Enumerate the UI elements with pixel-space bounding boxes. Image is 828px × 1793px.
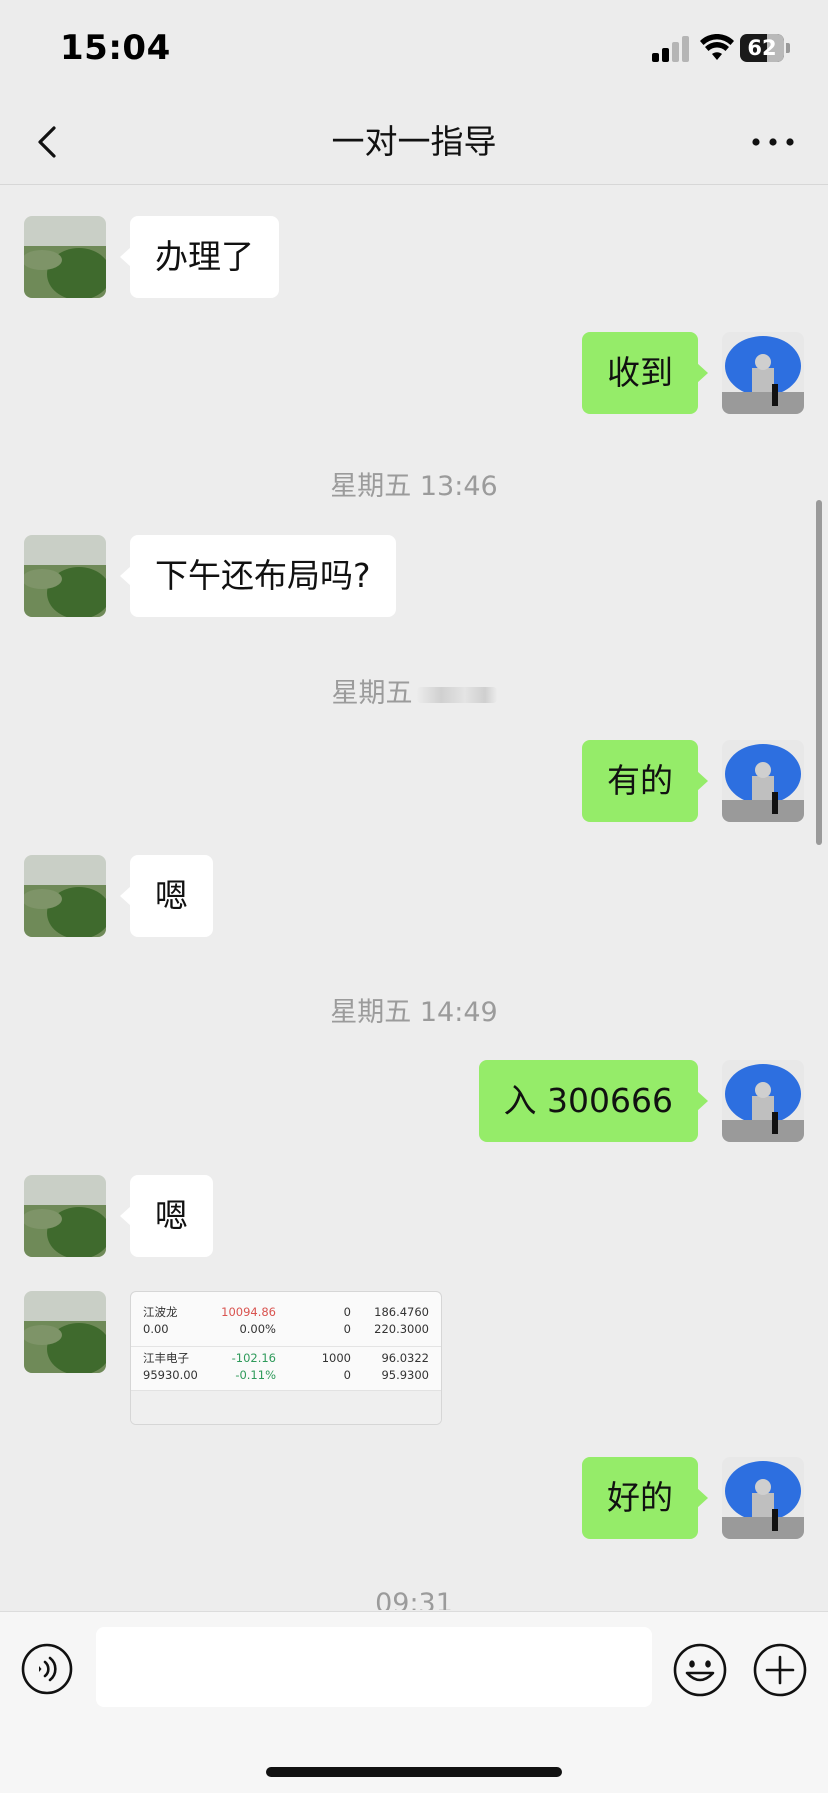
contact-avatar[interactable] xyxy=(24,216,106,298)
stock-qty: 1000 xyxy=(321,1351,351,1365)
nav-bar: 一对一指导 xyxy=(0,100,828,185)
timestamp-text: 星期五 xyxy=(331,678,413,709)
stock-percent: 0.00% xyxy=(239,1322,276,1336)
self-avatar[interactable] xyxy=(722,740,804,822)
back-chevron-icon[interactable] xyxy=(28,122,68,162)
stock-sub: 0.00 xyxy=(143,1322,169,1336)
timestamp: 09:31 xyxy=(375,1588,453,1610)
contact-avatar[interactable] xyxy=(24,1175,106,1257)
stock-percent: -0.11% xyxy=(235,1368,276,1382)
plus-icon[interactable] xyxy=(752,1642,808,1698)
self-avatar[interactable] xyxy=(722,1060,804,1142)
cellular-signal-icon xyxy=(652,36,692,62)
stock-qty: 0 xyxy=(343,1322,351,1336)
message-bubble[interactable]: 有的 xyxy=(582,740,708,822)
voice-input-icon[interactable] xyxy=(20,1642,74,1696)
message-bubble[interactable]: 嗯 xyxy=(120,1175,213,1257)
message-bubble[interactable]: 好的 xyxy=(582,1457,708,1539)
emoji-icon[interactable] xyxy=(672,1642,728,1698)
stock-value: 95.9300 xyxy=(381,1368,429,1382)
stock-sub: 95930.00 xyxy=(143,1368,198,1382)
self-avatar[interactable] xyxy=(722,1457,804,1539)
timestamp: 星期五 13:46 xyxy=(330,471,498,502)
battery-icon: 62 xyxy=(740,34,790,62)
message-bubble[interactable]: 下午还布局吗? xyxy=(120,535,396,617)
message-input[interactable] xyxy=(96,1627,652,1707)
stock-value: 186.4760 xyxy=(374,1305,429,1319)
stock-qty: 0 xyxy=(343,1368,351,1382)
input-bar xyxy=(0,1611,828,1793)
more-options-icon[interactable] xyxy=(748,122,798,162)
scroll-indicator[interactable] xyxy=(816,500,822,845)
stock-price: 10094.86 xyxy=(221,1305,276,1319)
stock-row: 江波龙 0.00 10094.86 0.00% 0 0 186.4760 220… xyxy=(131,1304,441,1350)
stock-value: 96.0322 xyxy=(381,1351,429,1365)
chat-title: 一对一指导 xyxy=(331,122,497,161)
chat-message-list[interactable]: 办理了 收到 星期五 13:46 下午还布局吗? 星期五 有的 嗯 星期五 14… xyxy=(0,185,828,1610)
contact-avatar[interactable] xyxy=(24,1291,106,1373)
redacted-time xyxy=(416,686,497,703)
self-avatar[interactable] xyxy=(722,332,804,414)
home-indicator[interactable] xyxy=(266,1767,562,1777)
message-bubble[interactable]: 办理了 xyxy=(120,216,279,298)
stock-value: 220.3000 xyxy=(374,1322,429,1336)
battery-level: 62 xyxy=(747,36,777,60)
timestamp: 星期五 xyxy=(0,671,828,710)
message-bubble[interactable]: 嗯 xyxy=(120,855,213,937)
image-message-stock-screenshot[interactable]: 江波龙 0.00 10094.86 0.00% 0 0 186.4760 220… xyxy=(130,1291,442,1425)
stock-price: -102.16 xyxy=(231,1351,276,1365)
message-bubble[interactable]: 入 300666 xyxy=(478,1060,709,1142)
status-time: 15:04 xyxy=(60,28,171,68)
stock-name: 江波龙 xyxy=(143,1305,178,1319)
stock-card-footer xyxy=(131,1390,441,1424)
stock-name: 江丰电子 xyxy=(143,1351,189,1365)
message-bubble[interactable]: 收到 xyxy=(582,332,708,414)
stock-qty: 0 xyxy=(343,1305,351,1319)
stock-divider xyxy=(131,1346,441,1347)
timestamp: 星期五 14:49 xyxy=(330,997,498,1028)
contact-avatar[interactable] xyxy=(24,535,106,617)
status-bar: 15:04 62 xyxy=(0,0,828,100)
wifi-icon xyxy=(700,34,734,60)
contact-avatar[interactable] xyxy=(24,855,106,937)
